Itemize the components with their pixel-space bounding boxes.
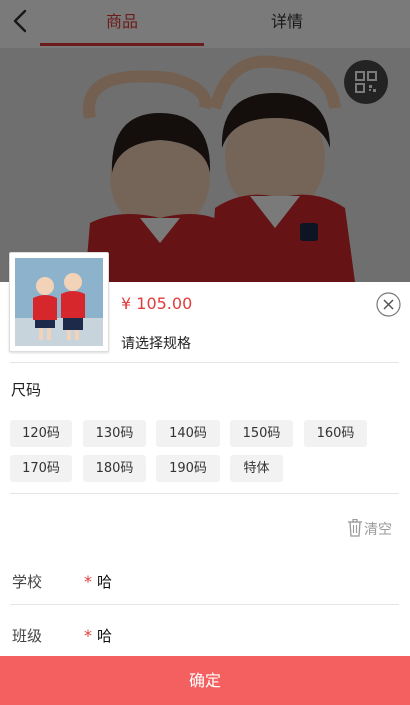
spec-hint: 请选择规格 <box>121 336 191 352</box>
size-option[interactable]: 160码 <box>304 420 367 447</box>
size-section-title: 尺码 <box>11 381 42 399</box>
spec-selection-sheet: ¥ 105.00 请选择规格 尺码 120码 130码 140码 150码 16… <box>0 252 410 705</box>
size-option[interactable]: 170码 <box>10 455 72 482</box>
class-label: 班级 <box>12 627 43 645</box>
class-input[interactable]: 哈 <box>97 625 112 646</box>
size-option[interactable]: 190码 <box>156 455 220 482</box>
clear-label: 清空 <box>364 522 392 538</box>
divider <box>10 604 399 605</box>
confirm-button[interactable]: 确定 <box>0 656 410 705</box>
close-icon[interactable] <box>376 292 401 317</box>
size-option[interactable]: 120码 <box>10 420 72 447</box>
size-option[interactable]: 特体 <box>230 455 283 482</box>
trash-icon <box>348 519 362 537</box>
divider <box>10 362 399 363</box>
size-option[interactable]: 180码 <box>83 455 146 482</box>
product-thumbnail <box>9 252 109 352</box>
school-label: 学校 <box>12 573 43 591</box>
thumbnail-photo <box>15 258 103 346</box>
required-marker: * <box>84 626 92 645</box>
required-marker: * <box>84 572 92 591</box>
divider <box>10 493 399 494</box>
price-text: ¥ 105.00 <box>121 294 193 313</box>
modal-backdrop[interactable] <box>0 0 410 282</box>
size-option[interactable]: 130码 <box>83 420 146 447</box>
school-input[interactable]: 哈 <box>97 571 112 592</box>
size-option[interactable]: 140码 <box>156 420 220 447</box>
size-option[interactable]: 150码 <box>230 420 293 447</box>
